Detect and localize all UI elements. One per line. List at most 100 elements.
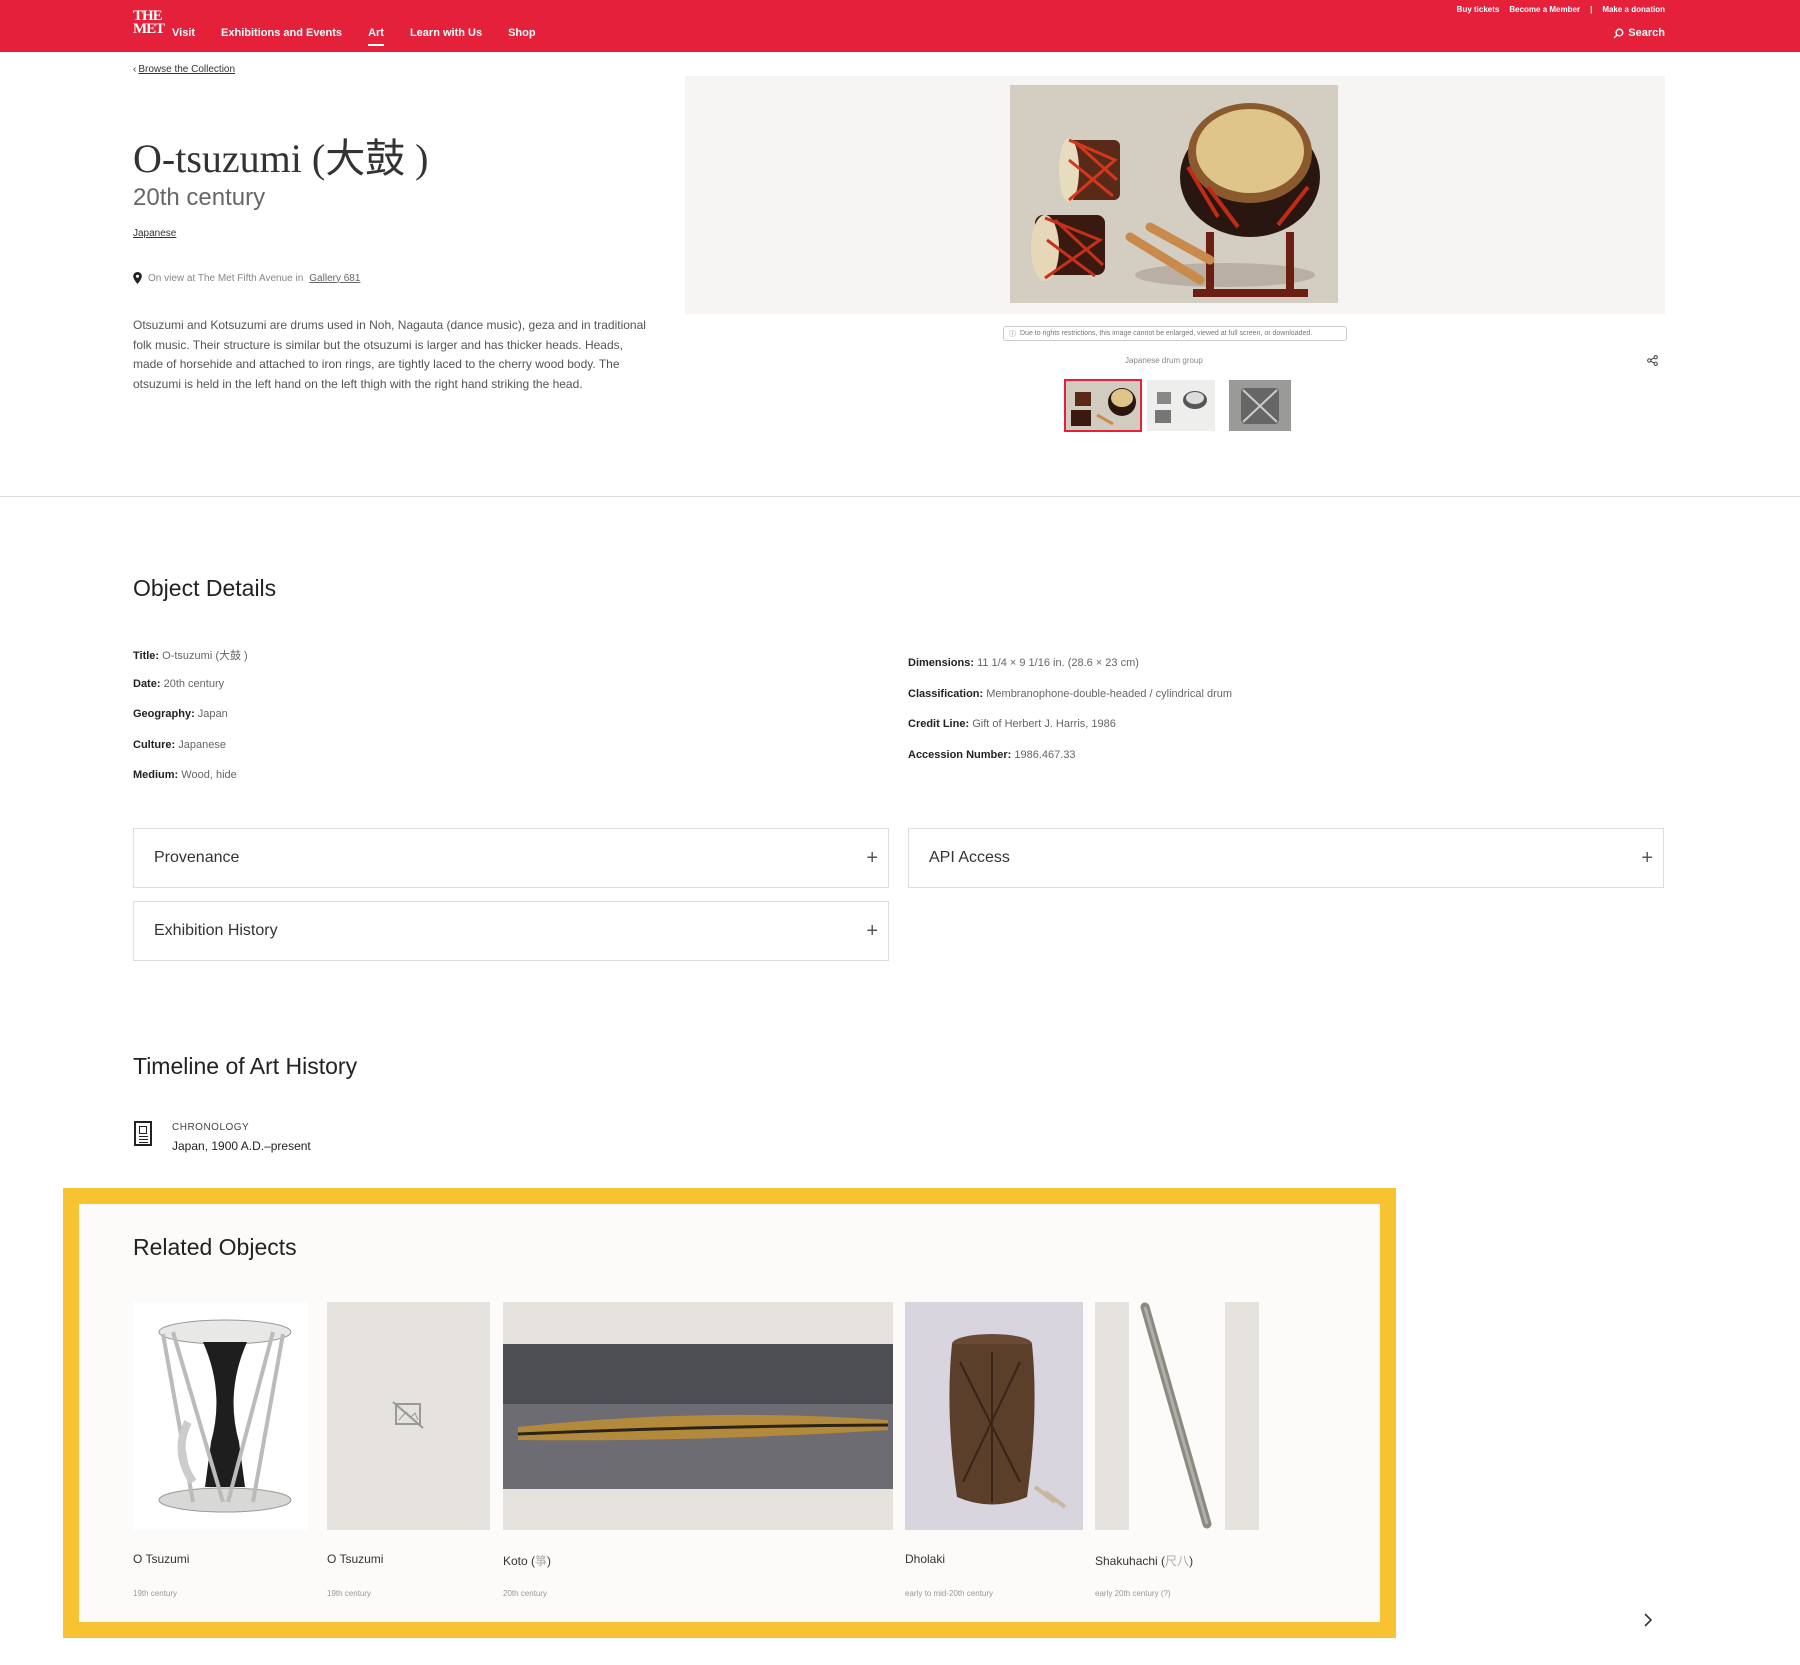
api-access-accordion[interactable]: API Access + (908, 828, 1664, 888)
related-object-image-4[interactable] (905, 1302, 1083, 1530)
object-details-heading: Object Details (133, 575, 277, 601)
on-view-text: On view at The Met Fifth Avenue in (148, 272, 304, 284)
detail-value: Japanese (178, 739, 226, 751)
detail-date: Date: 20th century (133, 678, 224, 690)
become-member-link[interactable]: Become a Member (1509, 5, 1580, 14)
thumbnail-1[interactable] (1064, 379, 1142, 432)
search-icon (1613, 28, 1624, 38)
plus-icon: + (1641, 846, 1653, 869)
object-date: 20th century (133, 184, 266, 211)
main-object-image[interactable] (1010, 85, 1338, 303)
detail-medium: Medium: Wood, hide (133, 769, 237, 781)
related-object-image-5[interactable] (1095, 1302, 1259, 1530)
related-object-title-2[interactable]: O Tsuzumi (327, 1552, 383, 1566)
gallery-link[interactable]: Gallery 681 (309, 273, 360, 284)
utility-nav: Buy tickets Become a Member | Make a don… (1457, 5, 1665, 14)
chevron-right-icon (1644, 1613, 1653, 1627)
related-object-image-2[interactable] (327, 1302, 490, 1530)
related-object-title-5[interactable]: Shakuhachi (尺八) (1095, 1552, 1193, 1569)
detail-value: Wood, hide (181, 769, 237, 781)
thumbnail-3[interactable] (1229, 380, 1305, 431)
on-view-info: On view at The Met Fifth Avenue in Galle… (133, 272, 360, 284)
met-logo[interactable]: THE MET (133, 9, 165, 37)
detail-label: Date: (133, 678, 161, 690)
nav-learn[interactable]: Learn with Us (410, 27, 482, 39)
nav-exhibitions[interactable]: Exhibitions and Events (221, 27, 342, 39)
share-icon[interactable] (1647, 355, 1658, 369)
nav-shop[interactable]: Shop (508, 27, 536, 39)
detail-dimensions: Dimensions: 11 1/4 × 9 1/16 in. (28.6 × … (908, 657, 1139, 669)
donation-link[interactable]: Make a donation (1602, 5, 1665, 14)
related-object-date-2: 19th century (327, 1589, 372, 1598)
related-object-image-1[interactable] (133, 1302, 308, 1530)
nav-visit[interactable]: Visit (172, 27, 195, 39)
detail-label: Credit Line: (908, 718, 970, 730)
related-object-title-3[interactable]: Koto (箏) (503, 1552, 551, 1569)
chronology-label: CHRONOLOGY (172, 1122, 250, 1133)
nav-art[interactable]: Art (368, 27, 384, 46)
buy-tickets-link[interactable]: Buy tickets (1457, 5, 1500, 14)
detail-label: Accession Number: (908, 749, 1012, 761)
rights-notice: ⓘ Due to rights restrictions, this image… (1003, 326, 1347, 341)
section-divider (0, 496, 1800, 497)
chronology-link[interactable]: Japan, 1900 A.D.–present (172, 1139, 311, 1153)
thumbnail-2[interactable] (1147, 380, 1223, 431)
breadcrumb[interactable]: ‹ Browse the Collection (133, 64, 235, 75)
detail-value: 20th century (163, 678, 225, 690)
detail-value: 1986.467.33 (1014, 749, 1076, 761)
related-object-date-4: early to mid-20th century (905, 1589, 994, 1598)
related-title-close: ) (1189, 1554, 1194, 1568)
related-title-text: O Tsuzumi (327, 1552, 384, 1566)
detail-label: Culture: (133, 739, 176, 751)
image-caption: Japanese drum group (1125, 356, 1203, 365)
detail-classification: Classification: Membranophone-double-hea… (908, 688, 1232, 700)
chevron-left-icon: ‹ (133, 64, 137, 75)
detail-title: Title: O-tsuzumi (大鼓 ) (133, 647, 248, 663)
object-description: Otsuzumi and Kotsuzumi are drums used in… (133, 318, 646, 391)
detail-value: 11 1/4 × 9 1/16 in. (28.6 × 23 cm) (977, 657, 1139, 669)
detail-label: Classification: (908, 688, 984, 700)
related-object-title-4[interactable]: Dholaki (905, 1552, 945, 1566)
related-title-text: Koto ( (503, 1554, 536, 1568)
related-object-image-3[interactable] (503, 1302, 893, 1530)
related-object-date-1: 19th century (133, 1589, 178, 1598)
main-nav: Visit Exhibitions and Events Art Learn w… (172, 27, 536, 46)
search-button[interactable]: Search (1613, 27, 1665, 39)
detail-value: Japan (197, 708, 228, 720)
accordion-label: Exhibition History (154, 922, 278, 939)
detail-value: Membranophone-double-headed / cylindrica… (986, 688, 1233, 700)
related-object-date-3: 20th century (503, 1589, 548, 1598)
carousel-next-button[interactable] (1643, 1612, 1653, 1633)
location-pin-icon (133, 272, 142, 284)
detail-credit-line: Credit Line: Gift of Herbert J. Harris, … (908, 718, 1116, 730)
timeline-heading: Timeline of Art History (133, 1053, 358, 1079)
document-icon (134, 1121, 152, 1146)
info-icon: ⓘ (1009, 330, 1016, 338)
detail-value: Gift of Herbert J. Harris, 1986 (972, 718, 1116, 730)
related-objects-heading: Related Objects (133, 1234, 297, 1260)
detail-label: Title: (133, 650, 160, 662)
no-image-icon (392, 1401, 424, 1429)
search-label: Search (1628, 27, 1665, 39)
accordion-label: Provenance (154, 849, 240, 866)
detail-accession-number: Accession Number: 1986.467.33 (908, 749, 1076, 761)
exhibition-history-accordion[interactable]: Exhibition History + (133, 901, 889, 961)
thumbnail-strip (1064, 379, 1305, 432)
plus-icon: + (866, 919, 878, 942)
related-title-text: O Tsuzumi (133, 1552, 190, 1566)
detail-label: Geography: (133, 708, 195, 720)
utility-divider: | (1590, 5, 1593, 14)
detail-value: O-tsuzumi (大鼓 ) (162, 650, 248, 662)
culture-link[interactable]: Japanese (133, 228, 176, 239)
breadcrumb-label: Browse the Collection (138, 64, 236, 75)
plus-icon: + (866, 846, 878, 869)
site-header: THE MET Visit Exhibitions and Events Art… (0, 0, 1800, 52)
detail-geography: Geography: Japan (133, 708, 228, 720)
related-title-text: Dholaki (905, 1552, 946, 1566)
detail-label: Dimensions: (908, 657, 975, 669)
provenance-accordion[interactable]: Provenance + (133, 828, 889, 888)
related-title-text: Shakuhachi ( (1095, 1554, 1166, 1568)
related-object-title-1[interactable]: O Tsuzumi (133, 1552, 189, 1566)
detail-culture: Culture: Japanese (133, 739, 226, 751)
related-title-cjk: 箏 (535, 1554, 548, 1568)
